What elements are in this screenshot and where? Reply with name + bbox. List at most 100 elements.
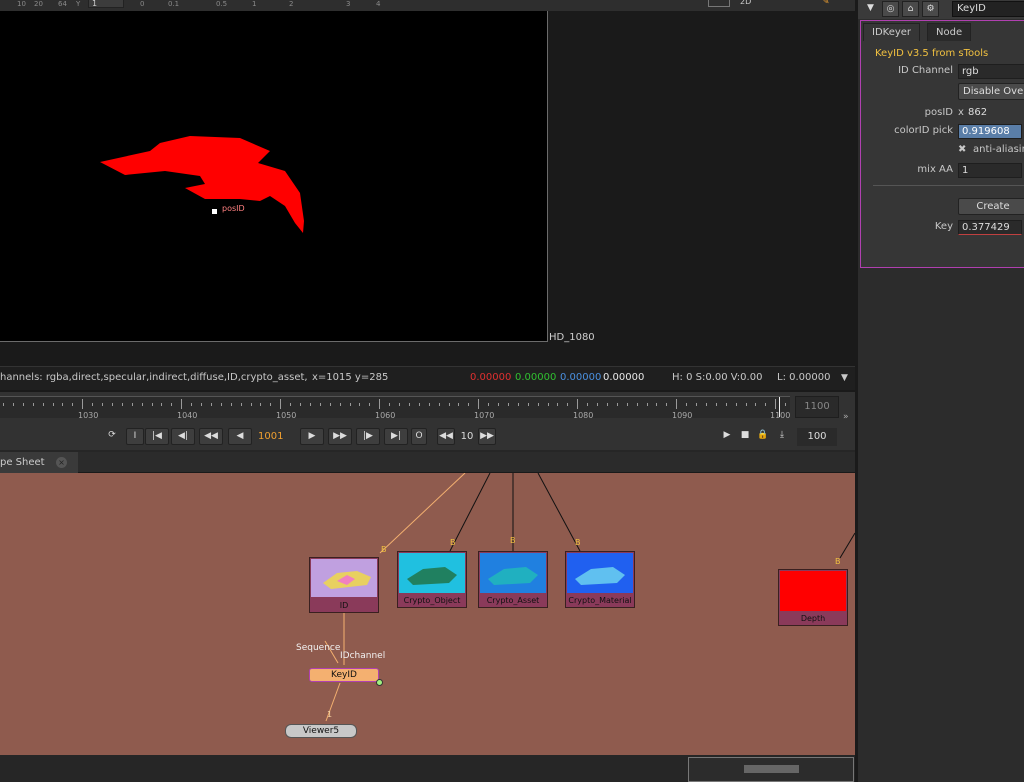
center-icon[interactable]: ◎ [882, 1, 899, 17]
timeline-tick [399, 403, 400, 406]
step-back-increment-button[interactable]: ◀◀ [437, 428, 455, 445]
disable-overlay-button[interactable]: Disable Over [958, 83, 1024, 100]
node-depth[interactable]: Depth [778, 569, 848, 626]
node-crypto-asset[interactable]: Crypto_Asset [478, 551, 548, 608]
loop-button[interactable]: O [411, 428, 427, 445]
node-input-label: 1 [327, 710, 333, 719]
node-label: Crypto_Material [568, 596, 632, 605]
tab-node[interactable]: Node [927, 23, 972, 41]
posid-overlay-label: posID [222, 204, 245, 213]
timeline-tick [102, 403, 103, 406]
flipbook-icon[interactable]: ▶ [720, 428, 734, 445]
timeline-tick [92, 403, 94, 406]
posid-x-field[interactable]: 862 [965, 106, 1024, 121]
expand-icon[interactable]: » [843, 412, 849, 422]
timeline-panel: 1030 1040 1050 1060 1070 1080 1090 1100 … [0, 392, 855, 450]
minimap-view-rect[interactable] [744, 765, 799, 773]
timeline-tick [448, 403, 450, 406]
tool-icon[interactable]: ⚙ [922, 1, 939, 17]
roi-icon[interactable] [708, 0, 730, 7]
timeline-tick [616, 403, 618, 406]
node-label: Depth [800, 614, 826, 623]
y-value-field[interactable]: 1 [88, 0, 124, 8]
play-forward-button[interactable]: ▶ [300, 428, 324, 445]
frame-increment-field[interactable]: 10 [457, 428, 477, 445]
viewer-info-bar: hannels: rgba,direct,specular,indirect,d… [0, 366, 855, 390]
input-icon[interactable]: ⌂ [902, 1, 919, 17]
timeline-tick [686, 403, 688, 406]
first-frame-button[interactable]: |◀ [145, 428, 169, 445]
timeline-label: 1040 [177, 411, 198, 420]
timeline-label: 1030 [78, 411, 99, 420]
node-keyid[interactable]: KeyID [309, 668, 379, 682]
timeline-tick [290, 403, 292, 406]
timeline-tick [300, 403, 301, 406]
timeline-tick [547, 403, 549, 406]
node-graph[interactable]: ID B Crypto_Object B Crypto_Asset B Cryp… [0, 473, 855, 755]
create-button[interactable]: Create [958, 198, 1024, 215]
ruler-label: 64 [58, 0, 67, 8]
next-keyframe-button[interactable]: |▶ [356, 428, 380, 445]
export-icon[interactable]: ⤓ [774, 428, 790, 445]
sync-icon[interactable]: ⟳ [102, 428, 122, 445]
step-forward-button[interactable]: ▶▶ [328, 428, 352, 445]
node-label: Crypto_Asset [486, 596, 540, 605]
ruler-label: 0 [140, 0, 145, 8]
posid-marker[interactable] [212, 209, 217, 214]
ruler-label: 0.5 [216, 0, 228, 8]
timeline-tick [389, 403, 391, 406]
node-label: ID [339, 601, 349, 610]
view-mode-select[interactable]: 2D [740, 0, 751, 6]
node-label: Crypto_Object [403, 596, 461, 605]
timeline-tick [785, 403, 787, 406]
knob-title: KeyID v3.5 from sTools [875, 48, 989, 59]
timeline-tick [220, 403, 222, 406]
key-field[interactable]: 0.377429 [958, 220, 1022, 235]
timeline-tick [181, 399, 183, 409]
current-frame-field[interactable]: 1001 [258, 429, 294, 444]
checkbox-checked-icon[interactable]: ✖ [958, 144, 966, 155]
last-frame-button[interactable]: ▶| [384, 428, 408, 445]
play-backward-button[interactable]: ◀ [228, 428, 252, 445]
timeline-label: 1100 [770, 411, 791, 420]
node-crypto-material[interactable]: Crypto_Material [565, 551, 635, 608]
colorid-pick-field[interactable]: 0.919608 [958, 124, 1022, 139]
timeline-tick [12, 403, 14, 406]
timeline-tick [725, 403, 727, 406]
mix-aa-field[interactable]: 1 [958, 163, 1022, 178]
node-id[interactable]: ID [309, 557, 379, 613]
node-crypto-object[interactable]: Crypto_Object [397, 551, 467, 608]
close-icon[interactable]: × [56, 457, 67, 468]
timeline-tick [517, 403, 519, 406]
timeline-tick [339, 403, 341, 406]
pick-icon[interactable]: ✎ [822, 0, 830, 7]
timeline-tick [369, 403, 371, 406]
timeline-tick [715, 403, 717, 406]
step-forward-increment-button[interactable]: ▶▶ [478, 428, 496, 445]
prev-keyframe-button[interactable]: ◀| [171, 428, 195, 445]
viewer-canvas[interactable]: posID [0, 11, 548, 342]
node-viewer5[interactable]: Viewer5 [285, 724, 357, 738]
tab-idkeyer[interactable]: IDKeyer [863, 23, 921, 41]
dag-tab-bar: pe Sheet × [0, 452, 855, 473]
id-channel-select[interactable]: rgb [958, 64, 1024, 79]
timeline-tick [418, 403, 420, 406]
in-out-button[interactable]: I [126, 428, 144, 445]
render-icon[interactable]: ■ [738, 428, 752, 445]
mask-input-dot[interactable] [376, 679, 383, 686]
lock-icon[interactable]: 🔒 [756, 428, 770, 445]
red-matte-shape [100, 136, 304, 233]
info-dropdown-icon[interactable]: ▼ [841, 367, 848, 389]
fps-field[interactable]: 100 [797, 428, 837, 446]
timeline-tick [201, 403, 202, 406]
viewer-ruler[interactable]: 10 20 64 Y 1 0 0.1 0.5 1 2 3 4 2D ✎ [0, 0, 855, 11]
timeline-scrubber[interactable]: 1030 1040 1050 1060 1070 1080 1090 1100 [0, 396, 796, 420]
format-label: HD_1080 [549, 332, 595, 343]
end-frame-field[interactable]: 1100 [795, 396, 839, 418]
node-name-field[interactable]: KeyID [952, 1, 1024, 17]
timeline-tick [735, 403, 737, 406]
step-back-button[interactable]: ◀◀ [199, 428, 223, 445]
timeline-tick [597, 403, 598, 406]
node-graph-minimap[interactable] [688, 757, 854, 782]
collapse-icon[interactable]: ▼ [862, 1, 879, 17]
